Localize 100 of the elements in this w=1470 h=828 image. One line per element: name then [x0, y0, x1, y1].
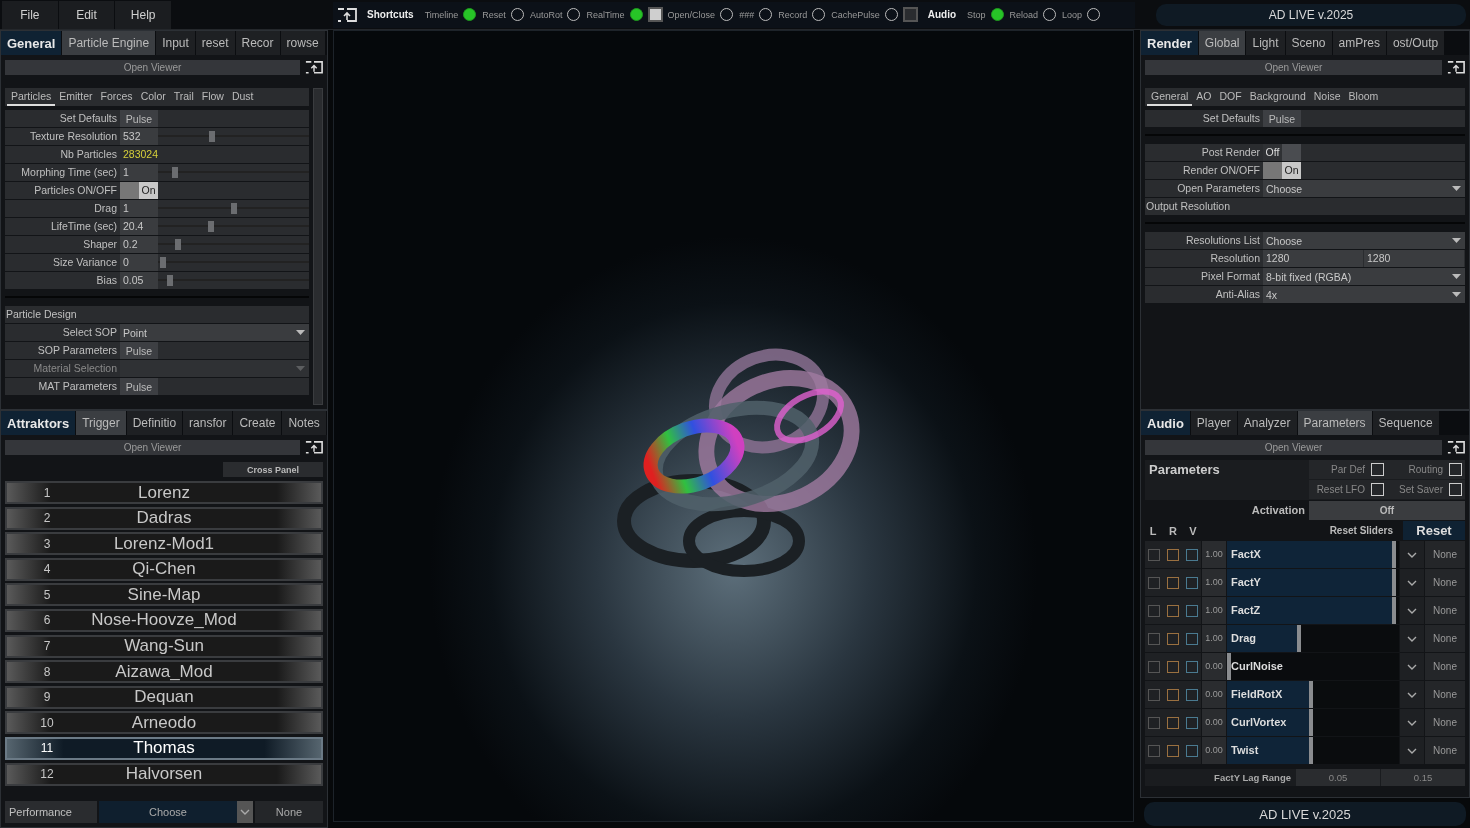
value-field[interactable]: 0.05 — [120, 272, 158, 289]
activation-button[interactable]: Off — [1309, 501, 1465, 520]
menu-item[interactable]: Help — [115, 0, 172, 29]
panel-tab[interactable]: reset — [195, 31, 235, 55]
pulse-button[interactable]: Pulse — [120, 110, 158, 127]
target-button[interactable]: None — [1425, 737, 1465, 764]
sub-tab[interactable]: Color — [136, 88, 170, 106]
checkbox[interactable] — [1185, 604, 1198, 617]
panel-tab[interactable]: Sceno — [1285, 31, 1332, 55]
slider-thumb[interactable] — [159, 257, 166, 268]
performance-dropdown[interactable]: Choose — [99, 801, 253, 823]
value-field[interactable]: 1 — [120, 200, 158, 217]
checkbox[interactable] — [1148, 660, 1161, 673]
attractor-item[interactable]: 7 Wang-Sun — [5, 634, 323, 658]
dropdown[interactable]: 4x — [1263, 286, 1465, 303]
cross-panel-button[interactable]: Cross Panel — [223, 462, 323, 477]
sub-tab[interactable]: DOF — [1215, 88, 1246, 106]
checkbox[interactable] — [902, 7, 918, 22]
panel-tab[interactable]: Analyzer — [1237, 411, 1297, 435]
checkbox[interactable] — [1185, 576, 1198, 589]
shortcut-toggle[interactable]: Loop — [1061, 8, 1102, 21]
open-viewer-button[interactable]: Open Viewer — [1145, 440, 1442, 455]
checkbox[interactable] — [1185, 632, 1198, 645]
attractor-item[interactable]: 8 Aizawa_Mod — [5, 660, 323, 684]
shortcut-toggle[interactable]: Record — [777, 8, 827, 21]
screen-upload-icon[interactable] — [305, 61, 323, 74]
dropdown[interactable]: Point — [120, 324, 309, 341]
panel-tab[interactable]: ransfor — [183, 411, 233, 435]
attractor-item[interactable]: 9 Dequan — [5, 685, 323, 709]
target-button[interactable]: None — [1425, 681, 1465, 708]
checkbox[interactable] — [1148, 744, 1161, 757]
slider-track[interactable]: FactY — [1227, 569, 1399, 596]
attractor-item[interactable]: 2 Dadras — [5, 506, 323, 530]
dropdown[interactable]: 8-bit fixed (RGBA) — [1263, 268, 1465, 285]
dropdown[interactable]: Choose — [1263, 180, 1465, 197]
slider-track[interactable]: CurlNoise — [1227, 653, 1399, 680]
menu-item[interactable]: Edit — [58, 0, 116, 29]
target-button[interactable]: None — [1425, 541, 1465, 568]
open-viewer-button[interactable]: Open Viewer — [1145, 60, 1442, 75]
slider-track[interactable]: FactX — [1227, 541, 1399, 568]
checkbox[interactable] — [1148, 548, 1161, 561]
menu-item[interactable]: File — [2, 0, 59, 29]
screen-upload-icon[interactable] — [1447, 61, 1465, 74]
checkbox[interactable] — [647, 7, 663, 22]
shortcut-toggle[interactable]: AutoRot — [528, 8, 582, 21]
sub-tab[interactable]: Emitter — [55, 88, 97, 106]
panel-tab[interactable]: Light — [1246, 31, 1285, 55]
dropdown-button[interactable] — [1400, 597, 1424, 624]
checkbox[interactable] — [1185, 660, 1198, 673]
output-button[interactable]: None — [255, 801, 323, 823]
screen-upload-icon[interactable] — [1447, 441, 1465, 454]
slider-track[interactable]: CurlVortex — [1227, 709, 1399, 736]
target-button[interactable]: None — [1425, 709, 1465, 736]
shortcut-toggle[interactable]: RealTime — [585, 8, 644, 21]
attractor-item[interactable]: 6 Nose-Hoovze_Mod — [5, 608, 323, 632]
checkbox[interactable] — [1167, 688, 1179, 701]
sub-tab[interactable]: General — [1147, 88, 1193, 106]
value-field[interactable]: 1280 — [1364, 250, 1465, 267]
slider-thumb[interactable] — [171, 167, 178, 178]
shortcut-toggle[interactable]: Open/Close — [666, 8, 735, 21]
slider-thumb[interactable] — [230, 203, 237, 214]
slider-track[interactable]: FieldRotX — [1227, 681, 1399, 708]
sub-tab[interactable]: Forces — [96, 88, 137, 106]
pulse-button[interactable]: Pulse — [1263, 110, 1301, 127]
pulse-button[interactable]: Pulse — [120, 378, 158, 395]
shortcut-toggle[interactable]: Timeline — [423, 8, 478, 21]
checkbox[interactable] — [1148, 716, 1161, 729]
panel-tab[interactable]: Particle Engine — [62, 31, 156, 55]
panel-tab[interactable]: Parameters — [1297, 411, 1372, 435]
panel-tab[interactable]: ost/Outp — [1386, 31, 1445, 55]
attractor-item[interactable]: 11 Thomas — [5, 736, 323, 760]
checkbox[interactable] — [1167, 604, 1179, 617]
checkbox[interactable] — [1167, 744, 1179, 757]
toggle-switch[interactable]: On — [1263, 162, 1301, 179]
sub-tab[interactable]: Particles — [7, 88, 56, 106]
dropdown-button[interactable] — [1400, 681, 1424, 708]
pulse-button[interactable]: Pulse — [120, 342, 158, 359]
attractor-item[interactable]: 1 Lorenz — [5, 481, 323, 504]
shortcut-toggle[interactable]: Reload — [1008, 8, 1058, 21]
panel-tab[interactable]: Trigger — [76, 411, 126, 435]
target-button[interactable]: None — [1425, 597, 1465, 624]
shortcut-toggle[interactable]: ### — [738, 8, 774, 21]
dropdown-button[interactable] — [1400, 653, 1424, 680]
slider-track[interactable]: Drag — [1227, 625, 1399, 652]
checkbox[interactable] — [1185, 716, 1198, 729]
checkbox[interactable] — [1167, 548, 1179, 561]
slider-thumb[interactable] — [209, 131, 216, 142]
attractor-item[interactable]: 5 Sine-Map — [5, 583, 323, 607]
sub-tab[interactable]: Noise — [1309, 88, 1345, 106]
panel-tab[interactable]: Global — [1198, 31, 1246, 55]
checkbox[interactable] — [1185, 548, 1198, 561]
slider-track[interactable]: Twist — [1227, 737, 1399, 764]
value-field[interactable]: 0.05 — [1296, 769, 1380, 786]
value-field[interactable]: 1280 — [1263, 250, 1364, 267]
dropdown-button[interactable] — [1400, 569, 1424, 596]
panel-tab[interactable]: Player — [1190, 411, 1237, 435]
value-field[interactable]: 532 — [120, 128, 158, 145]
value-field[interactable]: 0 — [120, 254, 158, 271]
attractor-item[interactable]: 12 Halvorsen — [5, 762, 323, 786]
target-button[interactable]: None — [1425, 653, 1465, 680]
